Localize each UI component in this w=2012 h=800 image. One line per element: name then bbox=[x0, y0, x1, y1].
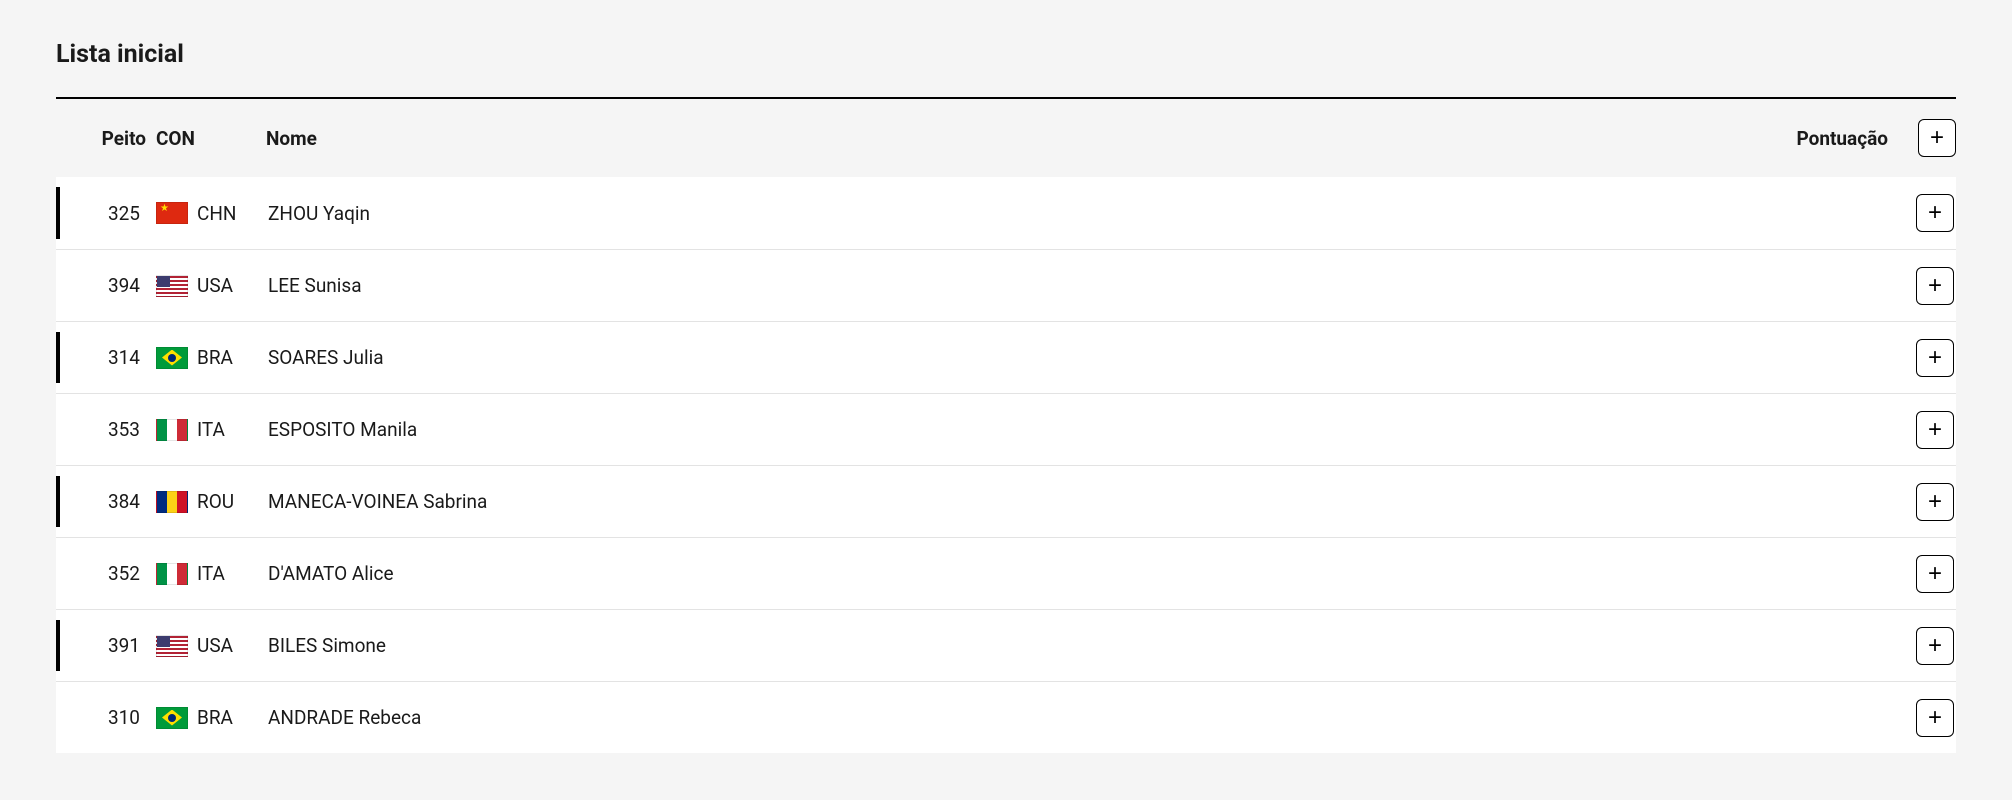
cell-con: USA bbox=[156, 634, 266, 657]
expand-row-button[interactable]: + bbox=[1916, 483, 1954, 521]
flag-icon bbox=[156, 707, 188, 729]
cell-con: BRA bbox=[156, 346, 266, 369]
cell-con: ROU bbox=[156, 490, 266, 513]
expand-row-button[interactable]: + bbox=[1916, 411, 1954, 449]
con-code: USA bbox=[197, 274, 233, 297]
con-code: BRA bbox=[197, 706, 233, 729]
expand-row-button[interactable]: + bbox=[1916, 699, 1954, 737]
table-row: 384 ROU MANECA-VOINEA Sabrina + bbox=[56, 465, 1956, 537]
flag-icon bbox=[156, 275, 188, 297]
cell-nome: ESPOSITO Manila bbox=[266, 418, 1726, 441]
cell-peito: 384 bbox=[60, 490, 156, 513]
con-code: ITA bbox=[197, 562, 225, 585]
expand-row-button[interactable]: + bbox=[1916, 194, 1954, 232]
flag-icon bbox=[156, 635, 188, 657]
cell-nome: LEE Sunisa bbox=[266, 274, 1726, 297]
cell-peito: 391 bbox=[60, 634, 156, 657]
col-header-nome: Nome bbox=[266, 127, 1726, 150]
flag-icon bbox=[156, 491, 188, 513]
cell-con: BRA bbox=[156, 706, 266, 729]
cell-peito: 353 bbox=[60, 418, 156, 441]
cell-con: ITA bbox=[156, 562, 266, 585]
con-code: CHN bbox=[197, 202, 236, 225]
flag-icon bbox=[156, 419, 188, 441]
col-header-con: CON bbox=[156, 127, 266, 150]
cell-nome: D'AMATO Alice bbox=[266, 562, 1726, 585]
con-code: BRA bbox=[197, 346, 233, 369]
expand-row-button[interactable]: + bbox=[1916, 267, 1954, 305]
table-header-row: Peito CON Nome Pontuação + bbox=[56, 99, 1956, 177]
flag-icon bbox=[156, 563, 188, 585]
con-code: ROU bbox=[197, 490, 234, 513]
cell-con: ITA bbox=[156, 418, 266, 441]
table-row: 314 BRA SOARES Julia + bbox=[56, 321, 1956, 393]
cell-con: CHN bbox=[156, 202, 266, 225]
cell-nome: SOARES Julia bbox=[266, 346, 1726, 369]
table-row: 353 ITA ESPOSITO Manila + bbox=[56, 393, 1956, 465]
flag-icon bbox=[156, 347, 188, 369]
table-row: 325 CHN ZHOU Yaqin + bbox=[56, 177, 1956, 249]
cell-peito: 352 bbox=[60, 562, 156, 585]
con-code: ITA bbox=[197, 418, 225, 441]
cell-peito: 325 bbox=[60, 202, 156, 225]
expand-all-button[interactable]: + bbox=[1918, 119, 1956, 157]
flag-icon bbox=[156, 202, 188, 224]
start-list-table: Peito CON Nome Pontuação + 325 CHN ZHOU Ya… bbox=[56, 97, 1956, 753]
con-code: USA bbox=[197, 634, 233, 657]
table-row: 391 USA BILES Simone + bbox=[56, 609, 1956, 681]
expand-row-button[interactable]: + bbox=[1916, 555, 1954, 593]
expand-row-button[interactable]: + bbox=[1916, 627, 1954, 665]
cell-peito: 314 bbox=[60, 346, 156, 369]
cell-nome: ANDRADE Rebeca bbox=[266, 706, 1726, 729]
col-header-peito: Peito bbox=[60, 127, 156, 150]
table-row: 394 USA LEE Sunisa + bbox=[56, 249, 1956, 321]
table-row: 352 ITA D'AMATO Alice + bbox=[56, 537, 1956, 609]
cell-peito: 394 bbox=[60, 274, 156, 297]
cell-peito: 310 bbox=[60, 706, 156, 729]
page-title: Lista inicial bbox=[56, 40, 1956, 69]
cell-nome: BILES Simone bbox=[266, 634, 1726, 657]
col-header-pontuacao: Pontuação bbox=[1726, 127, 1906, 150]
cell-con: USA bbox=[156, 274, 266, 297]
cell-nome: ZHOU Yaqin bbox=[266, 202, 1726, 225]
table-row: 310 BRA ANDRADE Rebeca + bbox=[56, 681, 1956, 753]
expand-row-button[interactable]: + bbox=[1916, 339, 1954, 377]
cell-nome: MANECA-VOINEA Sabrina bbox=[266, 490, 1726, 513]
